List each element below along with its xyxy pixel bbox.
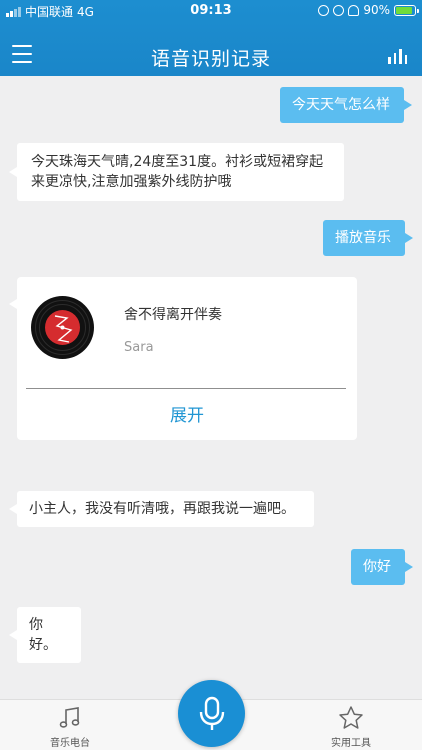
divider xyxy=(26,388,346,389)
music-card[interactable]: 舍不得离开伴奏 Sara 展开 xyxy=(9,277,357,440)
bar-chart-icon[interactable] xyxy=(388,48,410,64)
bot-message: 今天珠海天气晴,24度至31度。衬衫或短裙穿起来更凉快,注意加强紫外线防护哦 xyxy=(9,143,344,201)
page-title: 语音识别记录 xyxy=(150,48,271,70)
user-message: 今天天气怎么样 xyxy=(280,87,412,123)
user-message: 播放音乐 xyxy=(323,220,413,256)
app-header: 中国联通 4G 09:13 90% 语音识别记录 xyxy=(0,0,422,76)
microphone-icon xyxy=(199,696,225,730)
battery-percent: 90% xyxy=(363,3,390,17)
song-title: 舍不得离开伴奏 xyxy=(124,307,222,323)
microphone-button[interactable] xyxy=(178,680,245,747)
headphones-icon xyxy=(348,4,360,16)
bot-message: 小主人，我没有听清哦，再跟我说一遍吧。 xyxy=(9,491,314,527)
music-note-icon xyxy=(59,707,80,728)
status-bar: 中国联通 4G 09:13 90% xyxy=(0,0,422,22)
tab-tools[interactable]: 实用工具 xyxy=(316,704,386,749)
artist-name: Sara xyxy=(124,340,154,355)
star-icon xyxy=(339,706,363,729)
nav-bar: 语音识别记录 xyxy=(0,38,422,76)
bot-message: 你好。 xyxy=(9,607,81,663)
status-right: 90% xyxy=(318,3,419,17)
location-icon xyxy=(333,4,345,16)
expand-button[interactable]: 展开 xyxy=(17,401,357,426)
vinyl-record-icon xyxy=(31,296,94,359)
battery-icon xyxy=(394,4,419,16)
tab-music-radio[interactable]: 音乐电台 xyxy=(35,704,105,749)
tab-label: 实用工具 xyxy=(331,738,371,749)
alarm-icon xyxy=(318,4,330,16)
user-message: 你好 xyxy=(351,549,413,585)
tab-label: 音乐电台 xyxy=(50,738,90,749)
